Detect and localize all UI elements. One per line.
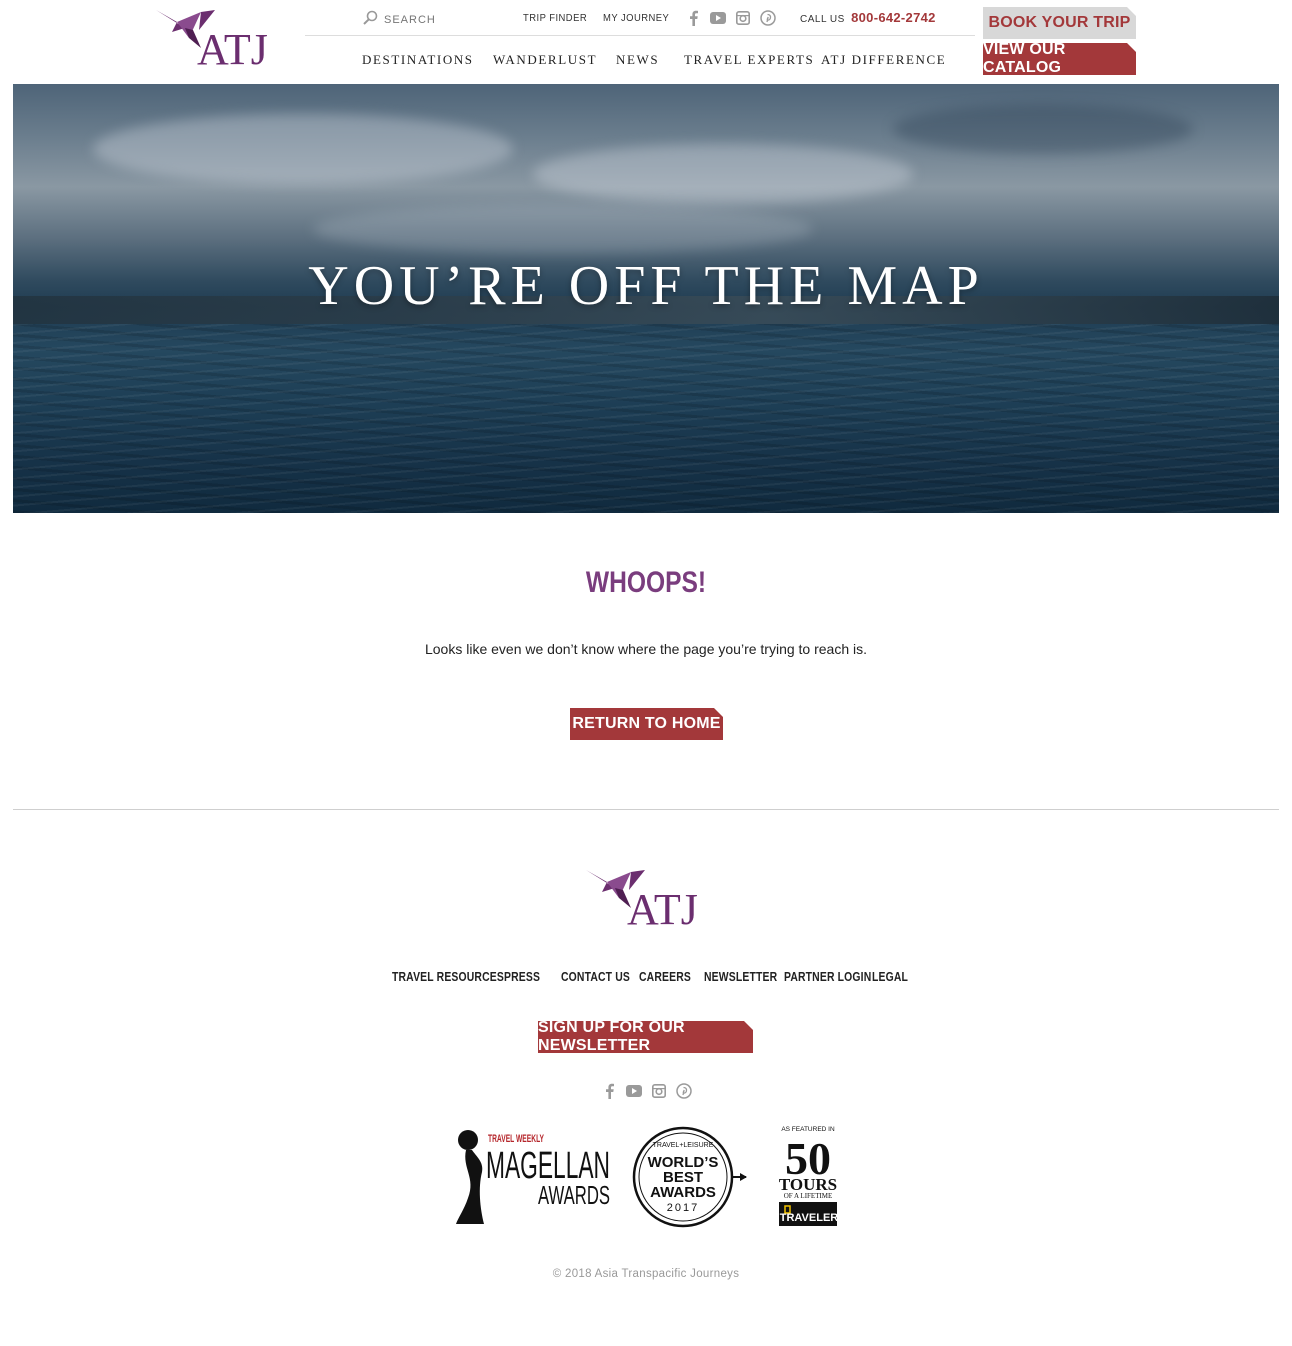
- footer-link-newsletter[interactable]: NEWSLETTER: [704, 969, 777, 984]
- corner-fold-decoration: [744, 1021, 753, 1030]
- svg-text:TRAVELER: TRAVELER: [780, 1212, 839, 1224]
- corner-fold-decoration: [1127, 7, 1136, 16]
- hero-banner: YOU’RE OFF THE MAP: [13, 84, 1279, 513]
- view-our-catalog-button[interactable]: VIEW OUR CATALOG: [983, 41, 1136, 76]
- atj-bird-logo-icon: ATJ: [586, 870, 698, 934]
- corner-fold-decoration: [1127, 43, 1136, 52]
- worlds-best-awards-badge: TRAVEL+LEISURE WORLD’S BEST AWARDS 2017: [630, 1126, 750, 1228]
- hero-title: YOU’RE OFF THE MAP: [308, 255, 984, 317]
- fifty-tours-badge: AS FEATURED IN 50 TOURS OF A LIFETIME TR…: [776, 1124, 840, 1228]
- hero-cloud: [93, 114, 513, 184]
- corner-fold-decoration: [714, 708, 723, 717]
- hero-cloud: [533, 144, 913, 204]
- magellan-awards-badge: TRAVEL WEEKLY MAGELLAN AWARDS: [454, 1128, 614, 1226]
- call-us: CALL US 800-642-2742: [800, 10, 936, 25]
- nav-travel-experts[interactable]: TRAVEL EXPERTS: [684, 52, 814, 68]
- footer-link-travel-resources[interactable]: TRAVEL RESOURCES: [392, 969, 504, 984]
- header-social-icons: [688, 10, 776, 31]
- youtube-icon[interactable]: [626, 1084, 642, 1103]
- return-to-home-label: RETURN TO HOME: [572, 715, 721, 732]
- hero-cloud: [893, 104, 1193, 154]
- search-box[interactable]: [362, 10, 502, 30]
- svg-text:OF A LIFETIME: OF A LIFETIME: [784, 1192, 833, 1200]
- footer-atj-logo[interactable]: ATJ: [585, 868, 710, 938]
- nav-news[interactable]: NEWS: [616, 52, 659, 68]
- svg-text:TRAVEL+LEISURE: TRAVEL+LEISURE: [653, 1142, 714, 1149]
- header-divider: [305, 35, 975, 36]
- instagram-icon[interactable]: [736, 11, 750, 30]
- footer-link-press[interactable]: PRESS: [504, 969, 540, 984]
- footer-link-legal[interactable]: LEGAL: [872, 969, 908, 984]
- nav-wanderlust[interactable]: WANDERLUST: [493, 52, 597, 68]
- book-your-trip-label: BOOK YOUR TRIP: [988, 14, 1131, 31]
- svg-text:TRAVEL WEEKLY: TRAVEL WEEKLY: [488, 1133, 544, 1145]
- atj-logo[interactable]: ATJ: [155, 8, 280, 78]
- atj-bird-logo-icon: ATJ: [156, 10, 268, 74]
- facebook-icon[interactable]: [688, 10, 700, 31]
- newsletter-signup-button[interactable]: SIGN UP FOR OUR NEWSLETTER: [538, 1019, 753, 1054]
- facebook-icon[interactable]: [604, 1083, 616, 1104]
- copyright-text: © 2018 Asia Transpacific Journeys: [552, 1268, 740, 1280]
- svg-text:2017: 2017: [667, 1202, 699, 1214]
- footer-link-partner-login[interactable]: PARTNER LOGIN: [784, 969, 871, 984]
- newsletter-signup-label: SIGN UP FOR OUR NEWSLETTER: [538, 1019, 685, 1054]
- svg-text:ATJ: ATJ: [197, 25, 268, 74]
- my-journey-link[interactable]: MY JOURNEY: [603, 12, 669, 24]
- svg-text:AS FEATURED IN: AS FEATURED IN: [781, 1126, 835, 1133]
- trip-finder-link[interactable]: TRIP FINDER: [523, 12, 587, 24]
- search-input[interactable]: [384, 14, 494, 26]
- youtube-icon[interactable]: [710, 11, 726, 30]
- footer-link-careers[interactable]: CAREERS: [639, 969, 691, 984]
- call-us-label: CALL US: [800, 14, 845, 25]
- svg-text:AWARDS: AWARDS: [538, 1180, 610, 1210]
- return-to-home-button[interactable]: RETURN TO HOME: [570, 708, 723, 740]
- svg-text:AWARDS: AWARDS: [650, 1184, 716, 1201]
- hero-sea: [13, 324, 1279, 513]
- book-your-trip-button[interactable]: BOOK YOUR TRIP: [983, 7, 1136, 39]
- nav-destinations[interactable]: DESTINATIONS: [362, 52, 474, 68]
- pinterest-icon[interactable]: [676, 1083, 692, 1104]
- error-heading: WHOOPS!: [585, 566, 707, 599]
- hero-cloud: [313, 204, 813, 254]
- view-our-catalog-label: VIEW OUR CATALOG: [983, 41, 1066, 76]
- instagram-icon[interactable]: [652, 1084, 666, 1103]
- phone-number-link[interactable]: 800-642-2742: [851, 10, 936, 25]
- search-icon: [362, 10, 378, 31]
- content-divider: [13, 809, 1279, 810]
- footer-link-contact-us[interactable]: CONTACT US: [561, 969, 630, 984]
- svg-text:ATJ: ATJ: [627, 885, 698, 934]
- error-message: Looks like even we don’t know where the …: [424, 641, 868, 657]
- nav-atj-difference[interactable]: ATJ DIFFERENCE: [821, 52, 946, 68]
- pinterest-icon[interactable]: [760, 10, 776, 31]
- footer-social-icons: [604, 1083, 692, 1104]
